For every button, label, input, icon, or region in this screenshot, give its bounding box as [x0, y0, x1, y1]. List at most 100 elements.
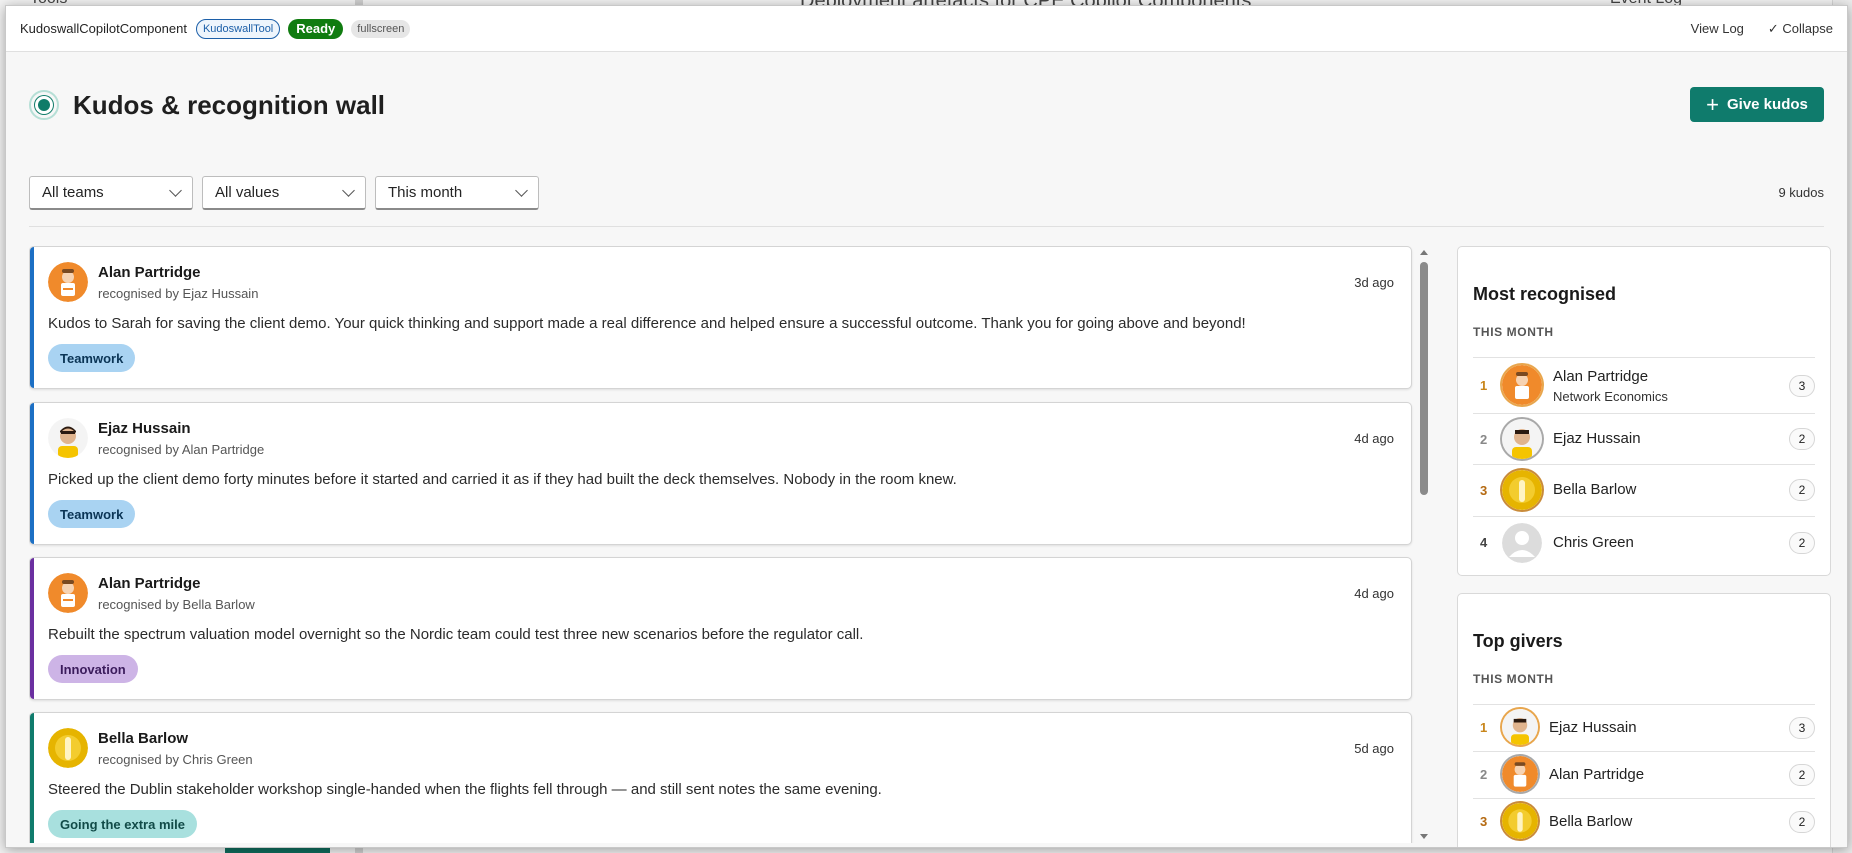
panel-title: Top givers	[1473, 631, 1563, 651]
filter-bar: All teams All values This month 9 kudos	[29, 176, 1824, 210]
avatar	[48, 418, 88, 458]
card-accent	[30, 403, 34, 544]
divider	[29, 226, 1824, 227]
avatar	[1502, 419, 1542, 459]
card-accent	[30, 713, 34, 843]
recognised-by: recognised by Ejaz Hussain	[98, 286, 259, 301]
period-filter-value: This month	[388, 184, 463, 201]
kudos-feed: Alan Partridge recognised by Ejaz Hussai…	[29, 246, 1417, 843]
leaderboard-row[interactable]: 3 Bella Barlow 2	[1473, 798, 1815, 845]
kudos-count: 9 kudos	[1778, 185, 1824, 200]
rank: 3	[1480, 814, 1488, 829]
value-tag[interactable]: Going the extra mile	[48, 810, 197, 838]
feed-scrollbar[interactable]	[1417, 246, 1431, 843]
kudos-card[interactable]: Ejaz Hussain recognised by Alan Partridg…	[29, 402, 1412, 545]
recipient-name: Bella Barlow	[98, 730, 189, 747]
recognised-by: recognised by Alan Partridge	[98, 442, 265, 457]
rank: 1	[1480, 378, 1488, 393]
kudos-count-badge: 2	[1789, 764, 1815, 786]
teams-filter-value: All teams	[42, 184, 104, 201]
component-toolbar: KudoswallCopilotComponent KudoswallTool …	[6, 6, 1847, 52]
recipient-name: Alan Partridge	[98, 575, 201, 592]
values-filter[interactable]: All values	[202, 176, 366, 210]
status-badge: Ready	[288, 18, 344, 39]
avatar	[48, 262, 88, 302]
chevron-down-icon	[342, 183, 355, 197]
avatar	[48, 573, 88, 613]
rank: 3	[1480, 483, 1488, 498]
kudos-card[interactable]: Alan Partridge recognised by Ejaz Hussai…	[29, 246, 1412, 389]
panel-title: Most recognised	[1473, 284, 1617, 304]
leaderboard-row[interactable]: 4 Chris Green 2	[1473, 516, 1815, 568]
scroll-up-icon[interactable]	[1420, 250, 1428, 255]
avatar-placeholder-icon	[1502, 523, 1542, 563]
avatar	[1502, 756, 1538, 792]
avatar	[1502, 709, 1538, 745]
recognised-by: recognised by Bella Barlow	[98, 597, 255, 612]
kudos-logo-icon	[29, 90, 59, 120]
chevron-down-icon	[169, 183, 182, 197]
timestamp: 3d ago	[1354, 275, 1394, 290]
kudos-card[interactable]: Bella Barlow recognised by Chris Green 5…	[29, 712, 1412, 843]
avatar	[1502, 470, 1542, 510]
kudos-count-badge: 2	[1789, 428, 1815, 450]
rank: 2	[1480, 432, 1488, 447]
tool-tag: KudoswallTool	[195, 18, 281, 39]
mode-tag: fullscreen	[351, 19, 411, 38]
person-name: Bella Barlow	[1553, 481, 1637, 498]
value-tag[interactable]: Teamwork	[48, 500, 136, 528]
leaderboard-row[interactable]: 2 Alan Partridge 2	[1473, 751, 1815, 798]
page-title: Kudos & recognition wall	[73, 89, 386, 120]
rank: 2	[1480, 767, 1488, 782]
plus-icon: +	[1706, 91, 1719, 117]
kudos-message: Picked up the client demo forty minutes …	[48, 471, 957, 488]
page-header: Kudos & recognition wall + Give kudos	[29, 85, 1824, 125]
period-filter[interactable]: This month	[375, 176, 539, 210]
kudos-message: Steered the Dublin stakeholder workshop …	[48, 781, 882, 798]
person-name: Ejaz Hussain	[1553, 430, 1641, 447]
kudos-count-badge: 2	[1789, 532, 1815, 554]
teams-filter[interactable]: All teams	[29, 176, 193, 210]
values-filter-value: All values	[215, 184, 280, 201]
leaderboard-row[interactable]: 2 Ejaz Hussain 2	[1473, 413, 1815, 464]
avatar	[1502, 803, 1538, 839]
person-name: Alan Partridge	[1553, 368, 1649, 385]
give-kudos-button[interactable]: + Give kudos	[1690, 87, 1824, 122]
person-name: Chris Green	[1553, 534, 1634, 551]
main-content: Kudos & recognition wall + Give kudos Al…	[6, 53, 1847, 847]
view-log-button[interactable]: View Log	[1691, 21, 1744, 36]
recipient-name: Ejaz Hussain	[98, 420, 191, 437]
kudos-message: Rebuilt the spectrum valuation model ove…	[48, 626, 864, 643]
kudos-count-badge: 2	[1789, 479, 1815, 501]
avatar	[1502, 365, 1542, 405]
scroll-thumb[interactable]	[1420, 262, 1428, 495]
value-tag[interactable]: Teamwork	[48, 344, 136, 372]
collapse-button[interactable]: ✓ Collapse	[1768, 21, 1833, 37]
person-team: Network Economics	[1553, 389, 1668, 404]
rank: 4	[1480, 535, 1488, 550]
leaderboard-row[interactable]: 3 Bella Barlow 2	[1473, 464, 1815, 516]
timestamp: 4d ago	[1354, 431, 1394, 446]
value-tag[interactable]: Innovation	[48, 655, 138, 683]
kudos-message: Kudos to Sarah for saving the client dem…	[48, 315, 1246, 332]
avatar	[48, 728, 88, 768]
recipient-name: Alan Partridge	[98, 264, 201, 281]
component-name: KudoswallCopilotComponent	[20, 21, 187, 36]
timestamp: 4d ago	[1354, 586, 1394, 601]
top-givers-panel: Top givers THIS MONTH 1 Ejaz Hussain 3 2…	[1457, 593, 1831, 847]
timestamp: 5d ago	[1354, 741, 1394, 756]
kudos-count-badge: 2	[1789, 811, 1815, 833]
person-name: Ejaz Hussain	[1549, 719, 1637, 736]
most-recognised-panel: Most recognised THIS MONTH 1 Alan Partri…	[1457, 246, 1831, 576]
kudos-card[interactable]: Alan Partridge recognised by Bella Barlo…	[29, 557, 1412, 700]
card-accent	[30, 247, 34, 388]
person-name: Alan Partridge	[1549, 766, 1645, 783]
panel-period: THIS MONTH	[1473, 672, 1554, 686]
rank: 1	[1480, 720, 1488, 735]
chevron-down-icon	[515, 183, 528, 197]
scroll-down-icon[interactable]	[1420, 834, 1428, 839]
give-kudos-label: Give kudos	[1727, 96, 1808, 113]
panel-period: THIS MONTH	[1473, 325, 1554, 339]
leaderboard-row[interactable]: 1 Alan Partridge Network Economics 3	[1473, 357, 1815, 413]
leaderboard-row[interactable]: 1 Ejaz Hussain 3	[1473, 704, 1815, 751]
